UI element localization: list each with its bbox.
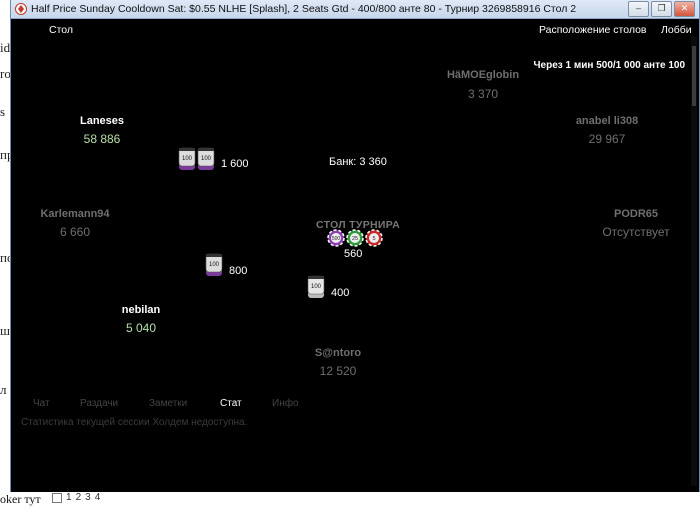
- chip-stack-icon: 100 100: [178, 147, 215, 170]
- player-stack: 29 967: [588, 132, 626, 146]
- player-name: S@ntoro: [314, 347, 362, 359]
- pot-total: Банк: 3 360: [329, 156, 387, 168]
- window-title: Half Price Sunday Cooldown Sat: $0.55 NL…: [31, 3, 577, 15]
- player-name: Karlemann94: [40, 208, 110, 220]
- scrollbar[interactable]: [691, 36, 697, 486]
- close-button[interactable]: ✕: [674, 1, 695, 17]
- tab-hands[interactable]: Раздачи: [80, 398, 149, 409]
- svg-text:100: 100: [201, 156, 212, 162]
- player-name: nebilan: [121, 304, 161, 316]
- svg-text:100: 100: [209, 262, 220, 268]
- player-stack: 6 660: [59, 225, 91, 239]
- bg-fragment: ш: [0, 323, 11, 338]
- bg-fragment: id: [0, 40, 11, 55]
- bg-fragment: s: [0, 104, 6, 119]
- bg-bottom-text: oker тут: [0, 492, 41, 506]
- player-stack: 58 886: [83, 132, 121, 146]
- player-name: HäMOEglobin: [446, 69, 520, 81]
- tab-stats[interactable]: Стат: [220, 398, 272, 409]
- svg-text:500: 500: [332, 236, 341, 242]
- chip-stack-icon: 100: [205, 253, 223, 276]
- tab-notes[interactable]: Заметки: [149, 398, 220, 409]
- stats-message: Статистика текущей сессии Холдем недосту…: [21, 417, 248, 428]
- bg-fragment: л: [0, 382, 7, 397]
- poker-table-window: Half Price Sunday Cooldown Sat: $0.55 NL…: [10, 0, 700, 492]
- bg-pager: 1 2 3 4: [52, 492, 100, 503]
- page-link[interactable]: 1: [66, 492, 72, 503]
- player-stack: 5 040: [125, 321, 157, 335]
- maximize-button[interactable]: ❐: [651, 1, 672, 17]
- page-link[interactable]: 4: [95, 492, 101, 503]
- player-name: anabel li308: [575, 115, 639, 127]
- menu-table[interactable]: Стол: [49, 24, 73, 36]
- tab-info[interactable]: Инфо: [272, 398, 312, 409]
- player-stack: 3 370: [467, 87, 499, 101]
- center-chip-amount: 560: [344, 248, 363, 260]
- pokerstars-logo-icon: [15, 3, 27, 15]
- player-status: Отсутствует: [602, 225, 670, 239]
- bet-amount: 1 600: [221, 158, 249, 170]
- page-link[interactable]: 3: [85, 492, 91, 503]
- bet-amount: 800: [229, 265, 248, 277]
- svg-text:25: 25: [352, 236, 358, 242]
- title-bar[interactable]: Half Price Sunday Cooldown Sat: $0.55 NL…: [11, 0, 699, 19]
- player-name: PODR65: [613, 208, 659, 220]
- blinds-increase-notice: Через 1 мин 500/1 000 анте 100: [533, 60, 686, 71]
- page-link[interactable]: 2: [76, 492, 82, 503]
- svg-text:100: 100: [182, 156, 193, 162]
- svg-text:5: 5: [372, 236, 375, 242]
- info-tabs: Чат Раздачи Заметки Стат Инфо: [33, 398, 312, 409]
- menu-lobby[interactable]: Лобби: [661, 24, 692, 36]
- tab-chat[interactable]: Чат: [33, 398, 80, 409]
- player-stack: 12 520: [319, 364, 357, 378]
- pot-chips-icon: 500 25 5: [327, 229, 383, 247]
- chip-stack-icon: 100: [307, 275, 325, 298]
- page-checkbox: [52, 492, 62, 503]
- player-name: Laneses: [79, 115, 125, 127]
- minimize-button[interactable]: –: [628, 1, 649, 17]
- bet-amount: 400: [331, 287, 350, 299]
- svg-text:100: 100: [311, 284, 322, 290]
- window-controls: – ❐ ✕: [628, 1, 695, 17]
- menu-table-layout[interactable]: Расположение столов: [539, 24, 647, 36]
